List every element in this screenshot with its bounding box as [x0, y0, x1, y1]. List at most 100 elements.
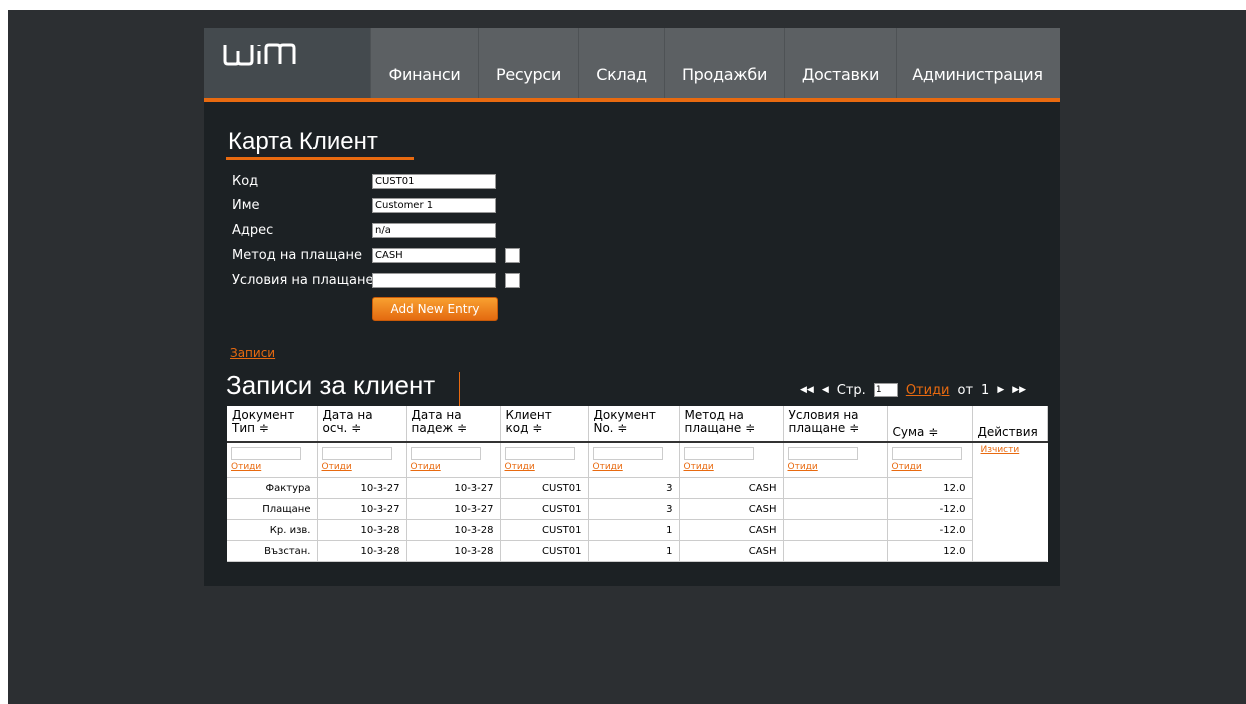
filter-go-link[interactable]: Отиди: [684, 462, 778, 472]
cell-doc-type: Кр. изв.: [227, 519, 318, 541]
payment-method-field[interactable]: CASH: [372, 248, 496, 263]
filter-input-payment-terms[interactable]: [787, 447, 858, 460]
code-field[interactable]: CUST01: [372, 174, 496, 189]
col-header-due-date[interactable]: Дата на падеж ≑: [406, 406, 501, 443]
filter-input-due-date[interactable]: [410, 447, 481, 460]
nav-item-sales[interactable]: Продажби: [664, 28, 784, 98]
cell-payment-terms: [783, 519, 888, 541]
cell-due-date: 10-3-27: [406, 477, 501, 499]
nav-menu: Финанси Ресурси Склад Продажби Доставки …: [370, 28, 1058, 98]
wim-logo: [223, 43, 296, 66]
first-page-icon[interactable]: ◀◀: [800, 385, 814, 395]
filter-input-doc-no[interactable]: [592, 447, 663, 460]
cell-posting-date: 10-3-28: [317, 540, 407, 562]
filter-input-amount[interactable]: [891, 447, 962, 460]
cell-doc-type: Плащане: [227, 498, 318, 520]
page-label: Стр.: [836, 382, 866, 398]
clear-filters-link[interactable]: Изчисти: [981, 445, 1048, 455]
next-page-icon[interactable]: ▶: [997, 385, 1004, 395]
cell-payment-terms: [783, 477, 888, 499]
filter-input-customer-code[interactable]: [504, 447, 575, 460]
pager: ◀◀ ◀ Стр. 1 Отиди от 1 ▶ ▶▶: [800, 380, 1026, 400]
col-header-posting-date[interactable]: Дата на осч. ≑: [317, 406, 407, 443]
cell-due-date: 10-3-28: [406, 519, 501, 541]
col-header-customer-code[interactable]: Клиент код ≑: [500, 406, 589, 443]
filter-input-doc-type[interactable]: [231, 447, 301, 460]
filter-go-link[interactable]: Отиди: [411, 462, 495, 472]
payment-method-lookup-button[interactable]: [505, 248, 520, 263]
cell-posting-date: 10-3-28: [317, 519, 407, 541]
cell-due-date: 10-3-28: [406, 540, 501, 562]
cell-amount: 12.0: [887, 477, 973, 499]
table-row[interactable]: Кр. изв. 10-3-28 10-3-28 CUST01 1 CASH -12.0: [227, 519, 1047, 541]
page-go-link[interactable]: Отиди: [906, 383, 950, 398]
filter-go-link[interactable]: Отиди: [593, 462, 674, 472]
filter-go-link[interactable]: Отиди: [322, 462, 401, 472]
filter-go-link[interactable]: Отиди: [231, 462, 312, 472]
cell-payment-method: CASH: [679, 477, 784, 499]
filter-input-posting-date[interactable]: [321, 447, 392, 460]
col-header-payment-method[interactable]: Метод на плащане ≑: [679, 406, 784, 443]
nav-item-deliveries[interactable]: Доставки: [784, 28, 896, 98]
address-field[interactable]: n/a: [372, 223, 496, 238]
payment-terms-lookup-button[interactable]: [505, 273, 520, 288]
code-label: Код: [232, 174, 259, 189]
payment-method-label: Метод на плащане: [232, 248, 362, 263]
page-total: 1: [981, 382, 990, 398]
records-link[interactable]: Записи: [230, 346, 275, 360]
cell-customer-code: CUST01: [500, 519, 589, 541]
top-nav: Финанси Ресурси Склад Продажби Доставки …: [204, 28, 1060, 98]
filter-go-link[interactable]: Отиди: [788, 462, 882, 472]
filter-go-link[interactable]: Отиди: [505, 462, 583, 472]
add-new-entry-button[interactable]: Add New Entry: [372, 297, 498, 321]
nav-item-warehouse[interactable]: Склад: [578, 28, 664, 98]
records-title-separator: [459, 372, 460, 406]
cell-doc-type: Възстан.: [227, 540, 318, 562]
cell-payment-terms: [783, 540, 888, 562]
nav-item-administration[interactable]: Администрация: [896, 28, 1058, 98]
nav-item-finance[interactable]: Финанси: [370, 28, 478, 98]
payment-terms-field[interactable]: [372, 273, 496, 288]
col-header-payment-terms[interactable]: Условия на плащане ≑: [783, 406, 888, 443]
table-row[interactable]: Възстан. 10-3-28 10-3-28 CUST01 1 CASH 12.0: [227, 540, 1047, 562]
page-of-label: от: [957, 382, 974, 398]
cell-payment-method: CASH: [679, 540, 784, 562]
col-header-doc-type[interactable]: Документ Тип ≑: [227, 406, 318, 443]
col-header-actions: Действия: [972, 406, 1048, 443]
cell-doc-type: Фактура: [227, 477, 318, 499]
cell-posting-date: 10-3-27: [317, 498, 407, 520]
nav-accent-bar: [204, 98, 1060, 102]
cell-posting-date: 10-3-27: [317, 477, 407, 499]
address-label: Адрес: [232, 223, 274, 238]
filter-input-payment-method[interactable]: [683, 447, 754, 460]
cell-amount: 12.0: [887, 540, 973, 562]
title-underline: [226, 157, 414, 160]
table-row[interactable]: Фактура 10-3-27 10-3-27 CUST01 3 CASH 12.0: [227, 477, 1047, 499]
table-header-row: Документ Тип ≑ Дата на осч. ≑ Дата на падеж…: [227, 406, 1048, 443]
cell-amount: -12.0: [887, 519, 973, 541]
cell-customer-code: CUST01: [500, 540, 589, 562]
cell-doc-no: 1: [588, 540, 680, 562]
col-header-doc-no[interactable]: Документ No. ≑: [588, 406, 680, 443]
nav-item-resources[interactable]: Ресурси: [478, 28, 578, 98]
col-header-amount[interactable]: Сума ≑: [887, 406, 973, 443]
records-table: Документ Тип ≑ Дата на осч. ≑ Дата на падеж…: [227, 406, 1048, 562]
cell-customer-code: CUST01: [500, 477, 589, 499]
prev-page-icon[interactable]: ◀: [822, 385, 829, 395]
cell-payment-terms: [783, 498, 888, 520]
cell-payment-method: CASH: [679, 498, 784, 520]
filter-go-link[interactable]: Отиди: [892, 462, 967, 472]
page-input[interactable]: 1: [873, 383, 898, 397]
name-field[interactable]: Customer 1: [372, 198, 496, 213]
cell-doc-no: 3: [588, 498, 680, 520]
cell-customer-code: CUST01: [500, 498, 589, 520]
cell-doc-no: 1: [588, 519, 680, 541]
cell-doc-no: 3: [588, 477, 680, 499]
cell-payment-method: CASH: [679, 519, 784, 541]
logo-area[interactable]: [204, 28, 370, 98]
page-title: Карта Клиент: [228, 128, 378, 155]
table-row[interactable]: Плащане 10-3-27 10-3-27 CUST01 3 CASH -12.0: [227, 498, 1047, 520]
actions-cell: Изчисти: [972, 442, 1047, 562]
name-label: Име: [232, 198, 260, 213]
last-page-icon[interactable]: ▶▶: [1012, 385, 1026, 395]
